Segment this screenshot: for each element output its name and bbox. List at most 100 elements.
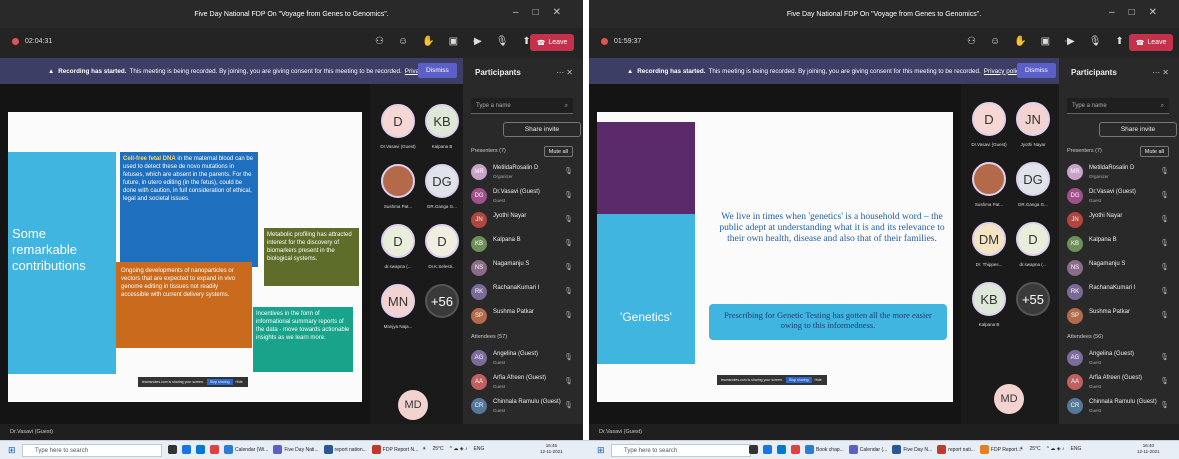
participant-search-input[interactable]: Type a name ⌕ [471, 98, 573, 114]
participant-row[interactable]: AA Arfia Afreen (Guest) Guest 🎙 [1067, 372, 1169, 394]
pinned-app-icon[interactable] [763, 445, 772, 454]
share-invite-button[interactable]: Share invite [503, 122, 581, 137]
taskbar-app-button[interactable]: Calendar (... [848, 445, 887, 454]
mic-off-icon[interactable]: 🎙 [1160, 311, 1169, 319]
people-icon[interactable]: ⚇ [967, 36, 976, 47]
participant-tile[interactable]: DM Dr. Thippes... [969, 222, 1009, 276]
mic-off-icon[interactable]: 🎙 [1160, 239, 1169, 247]
mic-off-icon[interactable]: 🎙 [1160, 263, 1169, 271]
share-invite-button[interactable]: Share invite [1099, 122, 1177, 137]
participant-tile[interactable]: KB Kalpana B [969, 282, 1009, 336]
taskbar-search-input[interactable]: Type here to search [611, 444, 751, 457]
react-icon[interactable]: ✋ [422, 36, 434, 47]
participant-row[interactable]: CR Chinnala Ramulu (Guest) Guest 🎙 [471, 396, 573, 418]
participant-tile[interactable]: Sushma Pat... [378, 164, 418, 218]
mic-off-icon[interactable]: 🎙 [1160, 287, 1169, 295]
windows-start-icon[interactable]: ⊞ [597, 445, 605, 456]
leave-button[interactable]: ☎ Leave [1129, 34, 1173, 51]
mic-off-icon[interactable]: 🎙 [564, 167, 573, 175]
mic-off-icon[interactable]: 🎙 [1160, 167, 1169, 175]
mic-off-icon[interactable]: 🎙 [564, 353, 573, 361]
windows-start-icon[interactable]: ⊞ [8, 445, 16, 456]
presenters-heading[interactable]: Presenters (7) [1067, 148, 1102, 154]
dismiss-button[interactable]: Dismiss [1017, 63, 1056, 78]
camera-off-icon[interactable]: ▶ [474, 36, 482, 47]
window-controls[interactable]: –□✕ [1109, 7, 1171, 18]
tray-chevron-icon[interactable]: ^ ☁ ◈ ♪ [1047, 446, 1065, 452]
participant-tile[interactable]: D Dr.K.Selesti... [422, 224, 462, 278]
pinned-app-icon[interactable] [791, 445, 800, 454]
mic-off-icon[interactable]: 🎙 [564, 215, 573, 223]
people-icon[interactable]: ⚇ [375, 36, 384, 47]
taskbar-app-button[interactable]: report nation... [323, 445, 367, 454]
participant-tile[interactable]: +55 [1013, 282, 1053, 336]
participant-row[interactable]: CR Chinnala Ramulu (Guest) Guest 🎙 [1067, 396, 1169, 418]
react-icon[interactable]: ✋ [1014, 36, 1026, 47]
taskbar-app-button[interactable]: Five Day N... [892, 445, 932, 454]
mic-off-icon[interactable]: 🎙 [564, 377, 573, 385]
participant-row[interactable]: MR MetildaRosalin D Organizer 🎙 [471, 162, 573, 184]
hide-button[interactable]: Hide [815, 378, 822, 382]
participant-row[interactable]: AG Angelina (Guest) Guest 🎙 [471, 348, 573, 370]
participant-search-input[interactable]: Type a name ⌕ [1067, 98, 1169, 114]
chat-icon[interactable]: ☺ [990, 36, 1000, 47]
participant-row[interactable]: AG Angelina (Guest) Guest 🎙 [1067, 348, 1169, 370]
dismiss-button[interactable]: Dismiss [418, 63, 457, 78]
pinned-app-icon[interactable] [749, 445, 758, 454]
taskbar-app-button[interactable]: Book chap... [805, 445, 844, 454]
participant-tile[interactable]: +56 [422, 284, 462, 338]
mute-all-button[interactable]: Mute all [543, 146, 573, 157]
rooms-icon[interactable]: ▣ [449, 36, 458, 47]
participant-tile[interactable]: KB Kalpana B [422, 104, 462, 158]
participant-row[interactable]: NS Nagamanju S 🎙 [471, 258, 573, 280]
participant-tile[interactable]: Ddr.swapna (... [378, 224, 418, 278]
av-icons[interactable]: ▶ 🎙 ⬆ [1067, 36, 1124, 47]
mic-off-icon[interactable]: 🎙 [1160, 191, 1169, 199]
pinned-app-icon[interactable] [210, 445, 219, 454]
participant-row[interactable]: MR MetildaRosalin D Organizer 🎙 [1067, 162, 1169, 184]
mic-off-icon[interactable]: 🎙 [1160, 215, 1169, 223]
mic-off-icon[interactable]: 🎙 [1160, 353, 1169, 361]
participant-tile[interactable]: JN Jyothi Nayar [1013, 102, 1053, 156]
participant-row[interactable]: JN Jyothi Nayar 🎙 [471, 210, 573, 232]
participant-row[interactable]: JN Jyothi Nayar 🎙 [1067, 210, 1169, 232]
pinned-app-icon[interactable] [182, 445, 191, 454]
participant-tile[interactable]: DG DR.Ganga G... [422, 164, 462, 218]
mic-off-icon[interactable]: 🎙 [564, 401, 573, 409]
participant-tile[interactable]: D Dr.Vasavi (Guest) [378, 104, 418, 158]
stop-sharing-button[interactable]: Stop sharing [785, 377, 812, 383]
mic-off-icon[interactable]: 🎙 [496, 36, 509, 47]
mute-all-button[interactable]: Mute all [1139, 146, 1169, 157]
mic-off-icon[interactable]: 🎙 [1089, 36, 1102, 47]
mic-off-icon[interactable]: 🎙 [1160, 377, 1169, 385]
taskbar-app-button[interactable]: Five Day Nati... [273, 445, 319, 454]
participant-row[interactable]: DG Dr.Vasavi (Guest) Guest 🎙 [471, 186, 573, 208]
taskbar-app-button[interactable]: Calendar (Wi... [224, 445, 268, 454]
clock[interactable]: 16:40 12-11-2021 [1137, 443, 1160, 455]
share-icon[interactable]: ⬆ [1115, 36, 1123, 47]
mic-off-icon[interactable]: 🎙 [1160, 401, 1169, 409]
participant-row[interactable]: RK RachanaKumari I 🎙 [1067, 282, 1169, 304]
toolbar-icons[interactable]: ⚇ ☺ ✋ ▣ ⋯ [967, 36, 1074, 47]
participant-row[interactable]: AA Arfia Afreen (Guest) Guest 🎙 [471, 372, 573, 394]
mic-off-icon[interactable]: 🎙 [564, 263, 573, 271]
mic-off-icon[interactable]: 🎙 [564, 287, 573, 295]
language-indicator[interactable]: ENG [474, 446, 485, 452]
av-icons[interactable]: ▶ 🎙 ⬆ [474, 36, 531, 47]
participant-tile[interactable]: D Dr.Vasavi (Guest) [969, 102, 1009, 156]
pinned-app-icon[interactable] [196, 445, 205, 454]
rooms-icon[interactable]: ▣ [1041, 36, 1050, 47]
participant-tile[interactable]: MN Manjya Naja... [378, 284, 418, 338]
participant-row[interactable]: RK RachanaKumari I 🎙 [471, 282, 573, 304]
system-tray[interactable]: ☀ 25°C ^ ☁ ◈ ♪ ENG [422, 446, 484, 452]
clock[interactable]: 16:45 12-11-2021 [540, 443, 563, 455]
pinned-app-icon[interactable] [777, 445, 786, 454]
presenters-heading[interactable]: Presenters (7) [471, 148, 506, 154]
participant-tile[interactable]: DG DR.Ganga G... [1013, 162, 1053, 216]
hide-button[interactable]: Hide [236, 380, 243, 384]
camera-off-icon[interactable]: ▶ [1067, 36, 1075, 47]
pinned-app-icon[interactable] [168, 445, 177, 454]
mic-off-icon[interactable]: 🎙 [564, 311, 573, 319]
taskbar-search-input[interactable]: Type here to search [22, 444, 162, 457]
participant-row[interactable]: KB Kalpana B 🎙 [1067, 234, 1169, 256]
